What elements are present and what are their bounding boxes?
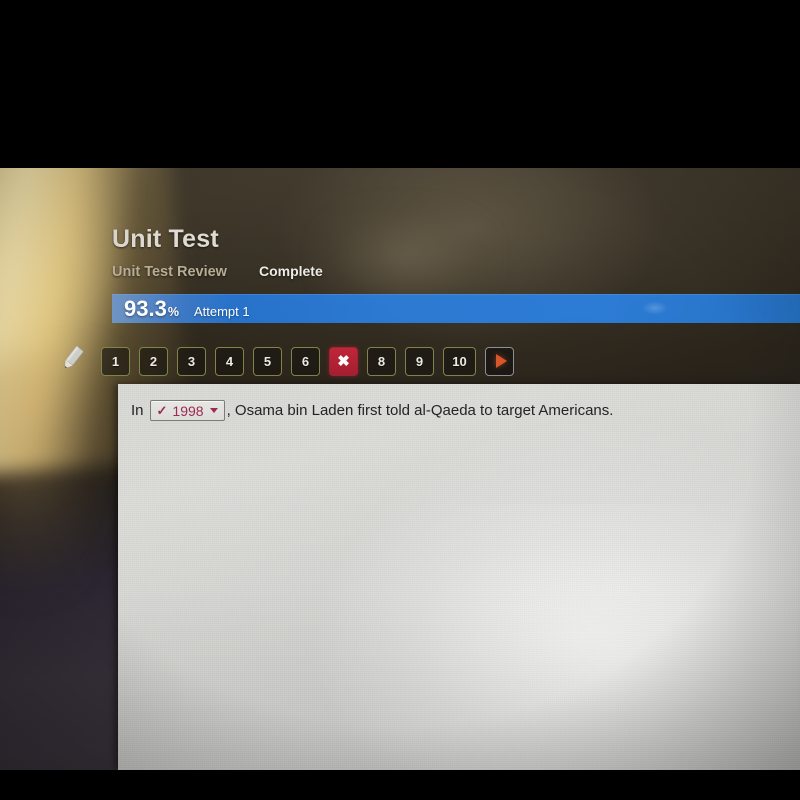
panel-sheen: [318, 504, 798, 770]
question-button-5[interactable]: 5: [253, 346, 282, 376]
photo-of-screen: Unit Test Unit Test Review Complete 93.3…: [0, 0, 800, 800]
question-button-label: 2: [149, 353, 158, 369]
question-prefix: In: [131, 402, 144, 419]
check-icon: ✓: [156, 402, 168, 418]
subheader-row: Unit Test Review Complete: [112, 263, 323, 280]
next-button[interactable]: [485, 346, 514, 376]
status-badge: Complete: [258, 263, 323, 279]
question-button-label: 3: [187, 353, 196, 369]
question-button-2[interactable]: 2: [139, 346, 168, 376]
question-button-label: 10: [452, 353, 467, 369]
attempt-label: Attempt 1: [193, 303, 250, 319]
question-button-label: 9: [415, 353, 424, 369]
chevron-down-icon: [209, 408, 218, 413]
question-button-label: 4: [225, 353, 234, 369]
page-title: Unit Test: [112, 225, 219, 253]
bar-watermark: [642, 301, 668, 315]
question-suffix: , Osama bin Laden first told al-Qaeda to…: [226, 402, 614, 419]
panel-texture: [118, 384, 800, 770]
answer-value: 1998: [172, 402, 204, 419]
monitor-screen: Unit Test Unit Test Review Complete 93.3…: [0, 168, 800, 770]
page-header: Unit Test Unit Test Review Complete: [112, 225, 323, 280]
question-button-9[interactable]: 9: [405, 346, 434, 376]
question-text: In ✓ 1998 , Osama bin Laden first told a…: [131, 400, 613, 421]
question-button-8[interactable]: 8: [367, 346, 396, 376]
pencil-icon[interactable]: [58, 346, 92, 376]
score-group: 93.3 % Attempt 1: [124, 296, 250, 322]
question-content-panel: In ✓ 1998 , Osama bin Laden first told a…: [118, 384, 800, 770]
question-button-6[interactable]: 6: [291, 346, 320, 376]
question-button-label: 6: [301, 353, 310, 369]
next-arrow-icon: [495, 354, 507, 368]
question-button-4[interactable]: 4: [215, 346, 244, 376]
question-button-3[interactable]: 3: [177, 346, 206, 376]
close-icon: ✖: [337, 352, 350, 370]
question-button-7-incorrect[interactable]: ✖: [329, 346, 358, 376]
assignment-subtitle: Unit Test Review: [112, 264, 227, 280]
question-button-10[interactable]: 10: [443, 346, 476, 376]
question-button-1[interactable]: 1: [101, 346, 130, 376]
question-button-label: 5: [263, 353, 272, 369]
score-percentage: 93.3: [124, 295, 167, 321]
question-button-label: 1: [111, 353, 120, 369]
question-button-label: 8: [377, 353, 386, 369]
answer-dropdown[interactable]: ✓ 1998: [149, 400, 225, 421]
score-progress-bar: 93.3 % Attempt 1: [112, 294, 800, 323]
percent-symbol: %: [167, 304, 179, 319]
question-navigation: 1 2 3 4 5 6 ✖ 8 9 10: [58, 340, 588, 382]
